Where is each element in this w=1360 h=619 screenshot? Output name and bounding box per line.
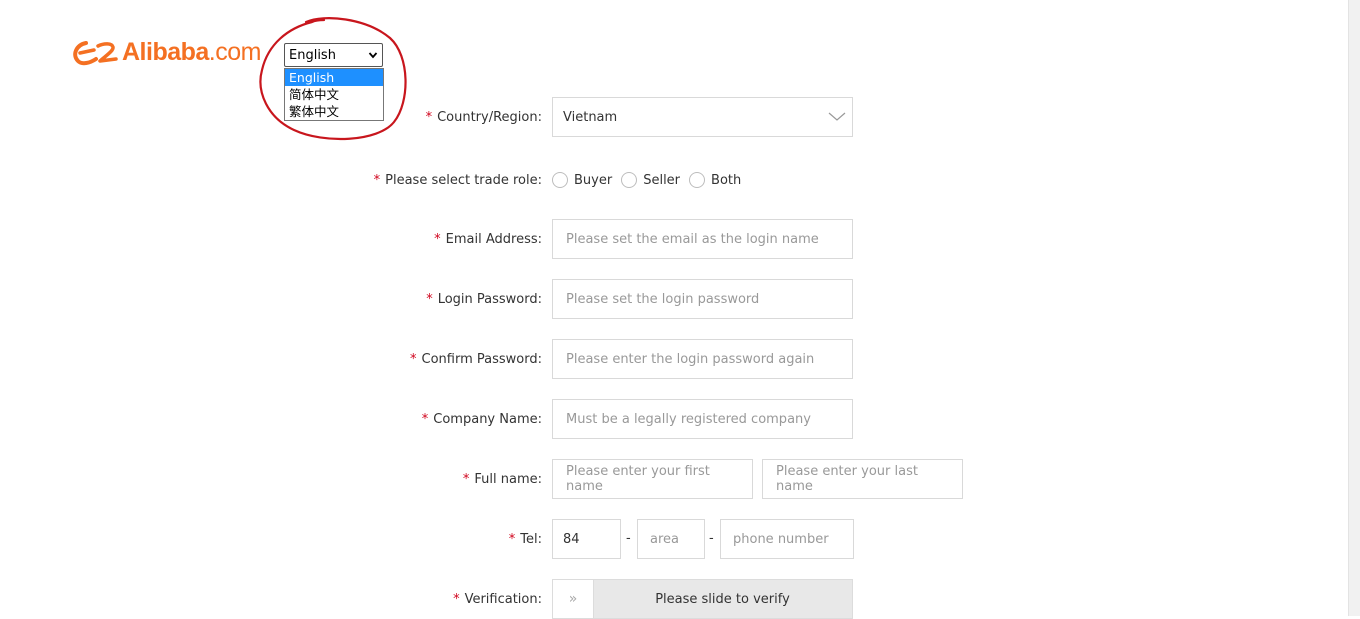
chevron-down-icon	[368, 52, 378, 59]
radio-circle-icon[interactable]	[689, 172, 706, 188]
country-select-value: Vietnam	[563, 109, 618, 125]
confirm-password-placeholder: Please enter the login password again	[566, 351, 815, 367]
country-label: * Country/Region:	[425, 110, 542, 125]
email-field[interactable]: Please set the email as the login name	[552, 219, 853, 259]
language-dropdown-list: English 简体中文 繁体中文	[284, 68, 384, 121]
country-code-field[interactable]: 84	[552, 519, 621, 559]
slide-verification[interactable]: » Please slide to verify	[552, 579, 853, 619]
tel-separator: -	[626, 531, 631, 546]
language-select-value: English	[289, 47, 336, 63]
tel-separator: -	[709, 531, 714, 546]
password-placeholder: Please set the login password	[566, 291, 760, 307]
email-placeholder: Please set the email as the login name	[566, 231, 819, 247]
alibaba-mark-icon	[73, 41, 118, 66]
phone-number-field[interactable]: phone number	[720, 519, 854, 559]
radio-circle-icon[interactable]	[552, 172, 568, 188]
trade-role-label: * Please select trade role:	[373, 173, 542, 188]
double-chevron-right-icon: »	[568, 591, 578, 607]
chevron-down-icon	[828, 112, 846, 121]
country-code-value: 84	[563, 531, 580, 547]
confirm-password-label: * Confirm Password:	[410, 352, 542, 367]
slider-handle[interactable]: »	[553, 580, 594, 618]
password-field[interactable]: Please set the login password	[552, 279, 853, 319]
trade-role-radio-group: Buyer Seller Both	[552, 172, 750, 188]
radio-circle-icon[interactable]	[621, 172, 638, 188]
confirm-password-field[interactable]: Please enter the login password again	[552, 339, 853, 379]
area-code-field[interactable]: area	[637, 519, 705, 559]
company-field[interactable]: Must be a legally registered company	[552, 399, 853, 439]
page-scrollbar[interactable]	[1348, 0, 1360, 616]
logo-wordmark: Alibaba.com	[122, 37, 261, 66]
language-select[interactable]: English	[284, 43, 383, 67]
language-option-traditional-chinese[interactable]: 繁体中文	[285, 103, 383, 120]
first-name-placeholder: Please enter your first name	[566, 464, 710, 494]
verification-label: * Verification:	[453, 592, 542, 607]
phone-placeholder: phone number	[733, 531, 829, 547]
first-name-field[interactable]: Please enter your first name	[552, 459, 753, 499]
full-name-label: * Full name:	[462, 472, 542, 487]
last-name-field[interactable]: Please enter your last name	[762, 459, 963, 499]
country-select[interactable]: Vietnam	[552, 97, 853, 137]
company-label: * Company Name:	[421, 412, 542, 427]
tel-label: * Tel:	[508, 532, 542, 547]
company-placeholder: Must be a legally registered company	[566, 411, 811, 427]
password-label: * Login Password:	[426, 292, 542, 307]
radio-seller[interactable]: Seller	[621, 172, 680, 188]
area-placeholder: area	[650, 531, 679, 547]
last-name-placeholder: Please enter your last name	[776, 464, 918, 494]
language-option-simplified-chinese[interactable]: 简体中文	[285, 86, 383, 103]
slider-text: Please slide to verify	[655, 591, 790, 607]
radio-buyer[interactable]: Buyer	[552, 172, 612, 188]
email-label: * Email Address:	[434, 232, 542, 247]
alibaba-logo[interactable]: Alibaba.com	[72, 36, 261, 68]
radio-both[interactable]: Both	[689, 172, 741, 188]
language-option-english[interactable]: English	[285, 69, 383, 86]
